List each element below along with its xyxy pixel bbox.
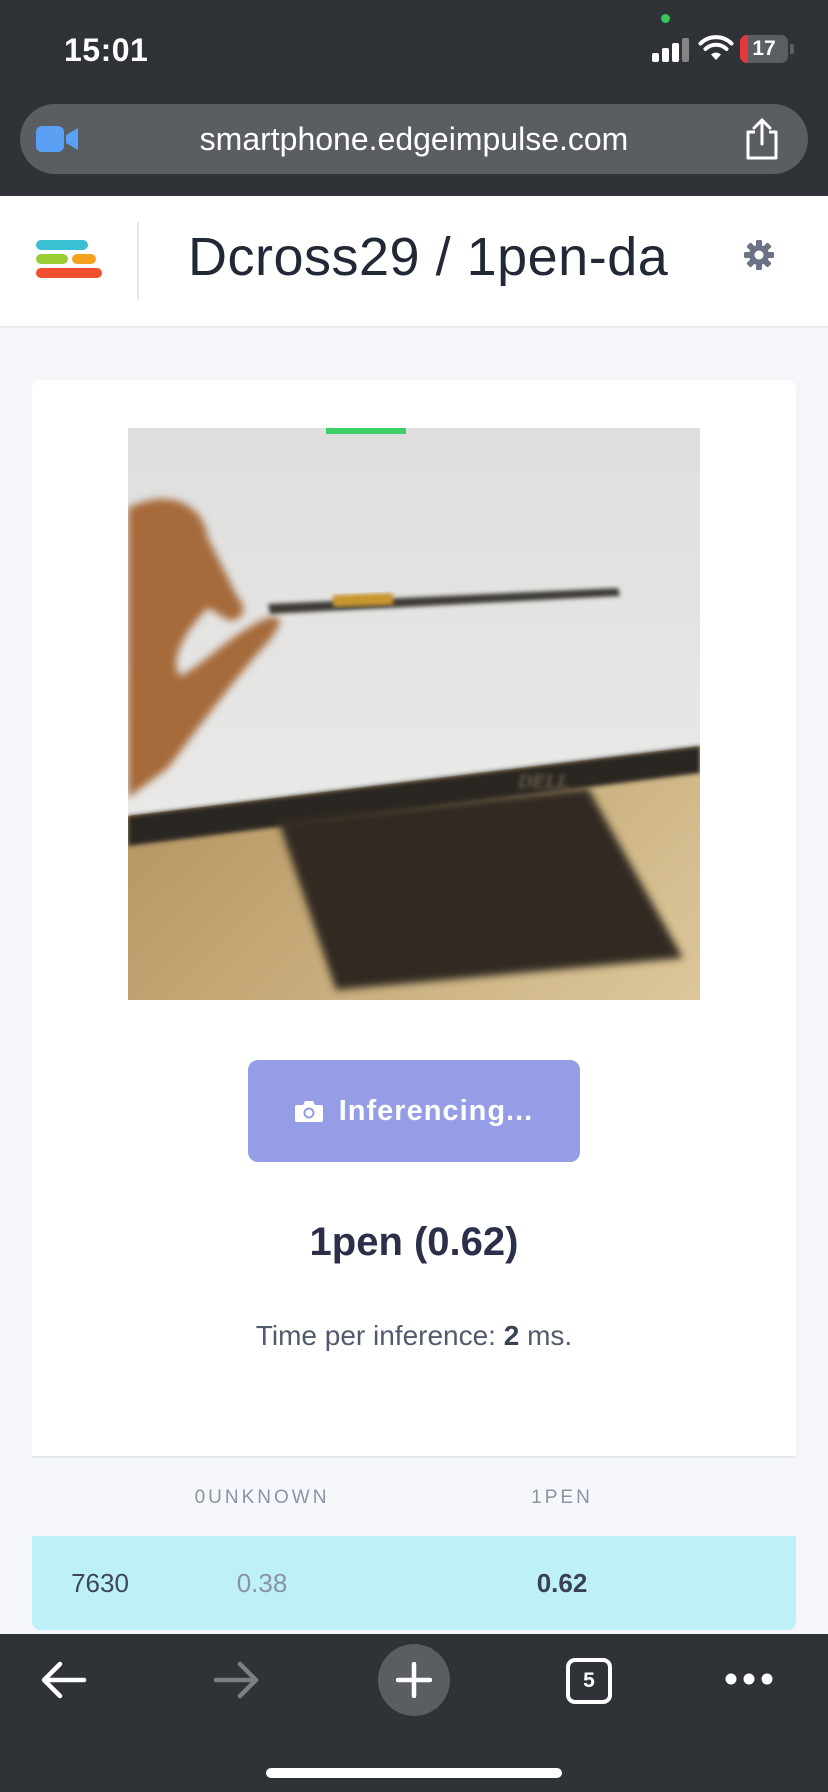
app-header: Dcross29 / 1pen-da xyxy=(0,196,828,328)
home-indicator xyxy=(266,1768,562,1778)
url-text[interactable]: smartphone.edgeimpulse.com xyxy=(20,104,808,174)
new-tab-button[interactable] xyxy=(378,1644,450,1716)
cellular-signal-icon xyxy=(652,38,690,62)
camera-in-use-dot xyxy=(661,14,670,23)
header-divider xyxy=(137,222,139,300)
back-arrow-icon[interactable] xyxy=(38,1660,88,1700)
row-unknown-score: 0.38 xyxy=(236,1568,288,1598)
camera-icon xyxy=(294,1101,323,1122)
camera-preview: DELL xyxy=(128,428,700,1000)
more-icon[interactable] xyxy=(724,1672,774,1686)
svg-text:DELL: DELL xyxy=(517,772,569,793)
browser-address-area: smartphone.edgeimpulse.com xyxy=(0,98,828,196)
battery-icon: 17 xyxy=(740,35,788,63)
inference-timing: Time per inference: 2 ms. xyxy=(32,1320,796,1352)
status-bar: 15:01 17 xyxy=(0,0,828,98)
inferencing-button-label: Inferencing... xyxy=(338,1094,534,1127)
logo-bar-orange xyxy=(72,254,96,264)
classification-card: DELL Inferencing... 1pen (0.62) Time per… xyxy=(32,380,796,1630)
timing-value: 2 xyxy=(503,1320,520,1351)
row-id: 7630 xyxy=(71,1568,129,1598)
inferencing-button[interactable]: Inferencing... xyxy=(248,1060,580,1162)
battery-tip xyxy=(790,44,794,54)
classification-result: 1pen (0.62) xyxy=(309,1220,519,1264)
column-header-unknown: 0UNKNOWN xyxy=(194,1487,330,1508)
results-table-header: 0UNKNOWN 1PEN xyxy=(32,1456,796,1536)
logo-bar-green xyxy=(36,254,68,264)
row-pen-score: 0.62 xyxy=(536,1568,588,1598)
logo-bar-teal xyxy=(36,240,88,250)
project-title: Dcross29 / 1pen-da xyxy=(188,227,669,287)
timing-prefix: Time per inference: xyxy=(255,1320,504,1351)
column-header-id xyxy=(32,1458,168,1538)
tabs-icon[interactable]: 5 xyxy=(566,1658,612,1704)
gear-icon[interactable] xyxy=(744,240,774,270)
table-row: 7630 0.38 0.62 xyxy=(32,1536,796,1630)
edge-impulse-logo[interactable] xyxy=(34,236,102,286)
forward-arrow-icon[interactable] xyxy=(212,1660,262,1700)
status-time: 15:01 xyxy=(64,32,149,68)
browser-toolbar: 5 xyxy=(0,1634,828,1792)
logo-bar-red xyxy=(36,268,102,278)
share-icon[interactable] xyxy=(742,118,782,160)
plus-icon xyxy=(396,1662,432,1698)
battery-level: 17 xyxy=(752,37,776,60)
wifi-icon xyxy=(698,35,734,60)
address-bar[interactable]: smartphone.edgeimpulse.com xyxy=(20,104,808,174)
column-header-pen: 1PEN xyxy=(531,1487,593,1508)
timing-suffix: ms. xyxy=(519,1320,573,1351)
